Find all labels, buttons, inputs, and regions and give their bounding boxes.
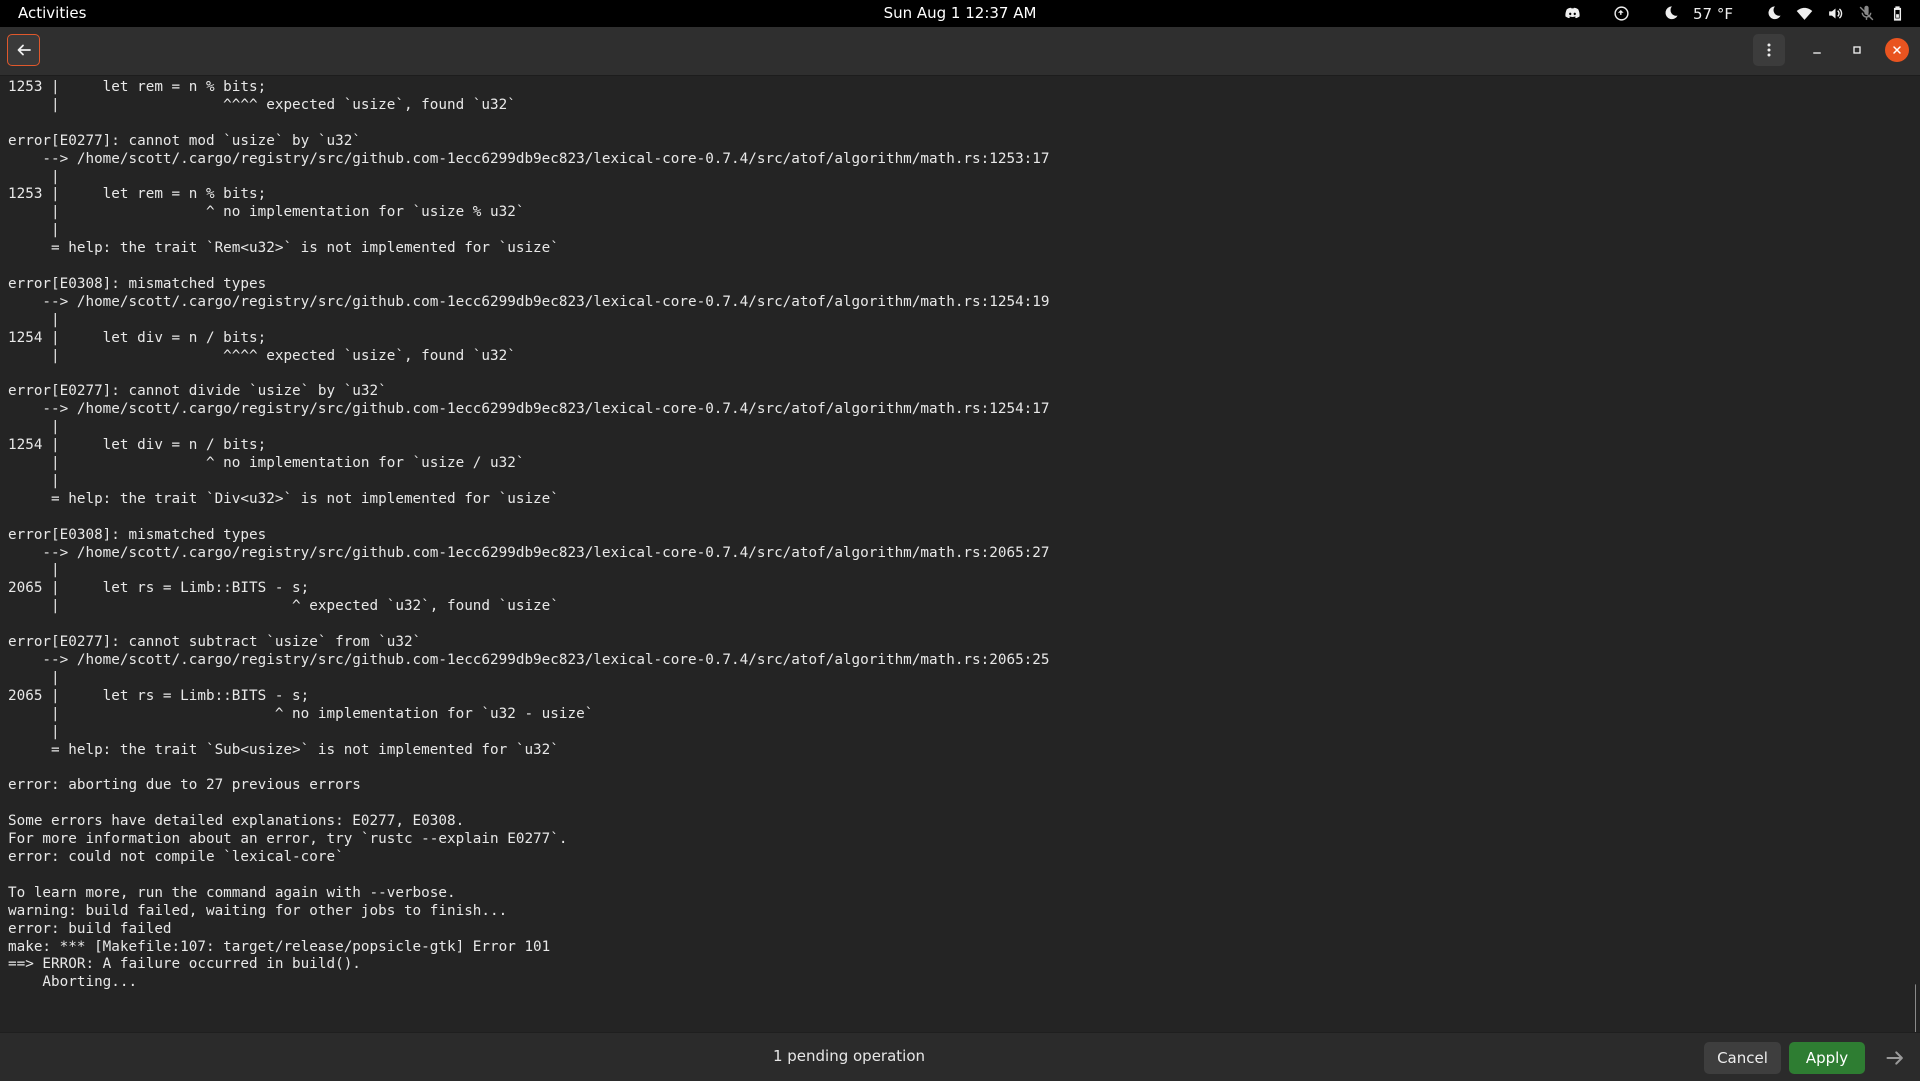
night-light-icon[interactable] xyxy=(1765,0,1782,27)
terminal-scrollbar[interactable] xyxy=(1915,984,1916,1032)
bottom-action-bar: 1 pending operation Cancel Apply xyxy=(0,1032,1920,1081)
sync-icon[interactable] xyxy=(1613,0,1630,27)
maximize-icon xyxy=(1853,46,1861,54)
clock[interactable]: Sun Aug 1 12:37 AM xyxy=(884,4,1037,22)
close-button[interactable] xyxy=(1885,38,1909,62)
menu-button[interactable] xyxy=(1753,34,1785,66)
volume-icon[interactable] xyxy=(1827,0,1844,27)
system-tray: 57 °F xyxy=(1564,0,1906,27)
arrow-right-icon[interactable] xyxy=(1885,1048,1905,1068)
top-bar: Activities Sun Aug 1 12:37 AM 57 °F xyxy=(0,0,1920,27)
terminal-text: 1253 | let rem = n % bits; | ^^^^ expect… xyxy=(8,79,1050,991)
arrow-left-icon xyxy=(17,44,31,56)
cancel-button[interactable]: Cancel xyxy=(1704,1042,1781,1074)
battery-icon[interactable] xyxy=(1889,0,1906,27)
pending-status: 1 pending operation xyxy=(772,1047,926,1065)
moon-icon[interactable] xyxy=(1662,0,1679,27)
minimize-button[interactable] xyxy=(1805,38,1829,62)
discord-icon[interactable] xyxy=(1564,0,1581,27)
pending-status-container: 1 pending operation xyxy=(0,1047,1698,1065)
minimize-icon xyxy=(1813,52,1821,54)
weather-text[interactable]: 57 °F xyxy=(1693,0,1733,27)
kebab-menu-icon xyxy=(1767,43,1771,57)
terminal-output[interactable]: 1253 | let rem = n % bits; | ^^^^ expect… xyxy=(0,76,1916,1032)
close-icon xyxy=(1893,46,1901,54)
back-button[interactable] xyxy=(7,34,40,66)
wifi-icon[interactable] xyxy=(1796,0,1813,27)
activities-button[interactable]: Activities xyxy=(18,4,86,22)
mic-muted-icon[interactable] xyxy=(1858,0,1875,27)
header-bar xyxy=(0,27,1920,76)
maximize-button[interactable] xyxy=(1845,38,1869,62)
apply-button[interactable]: Apply xyxy=(1789,1042,1865,1074)
